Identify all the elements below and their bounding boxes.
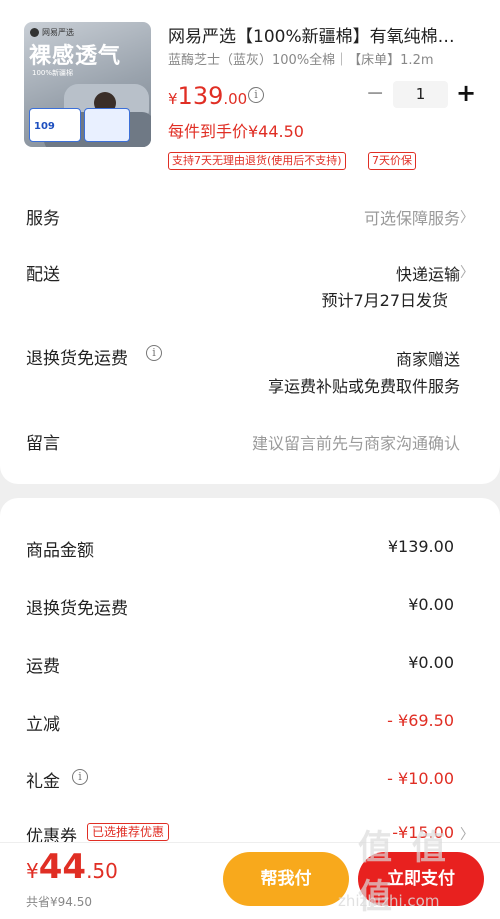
note-label: 留言 [26, 434, 60, 454]
gift-value: - ¥10.00 [387, 769, 454, 788]
product-title[interactable]: 网易严选【100%新疆棉】有氧纯棉… [168, 22, 455, 47]
each-price: 每件到手价¥44.50 [168, 122, 304, 141]
delivery-label: 配送 [26, 265, 60, 285]
discount-value: - ¥69.50 [387, 711, 454, 730]
product-price: ¥139.00 [168, 82, 247, 110]
thumb-slogan: 裸感透气 [29, 44, 122, 69]
delivery-chevron-icon[interactable]: 〉 [460, 262, 474, 282]
service-value[interactable]: 可选保障服务 [364, 205, 460, 229]
help-pay-button[interactable]: 帮我付 [223, 852, 349, 906]
quantity-decrease-button[interactable]: − [366, 83, 384, 105]
return-info-icon[interactable]: i [146, 345, 162, 361]
goods-amount-value: ¥139.00 [387, 537, 454, 556]
brand-logo-icon [30, 28, 39, 37]
price-symbol: ¥ [168, 90, 178, 108]
price-protect-tag: 7天价保 [368, 152, 416, 170]
return-shipping-value: ¥0.00 [408, 595, 454, 614]
watermark-site: zhizhizhi.com [338, 892, 440, 910]
return-policy-tag: 支持7天无理由退货(使用后不支持) [168, 152, 346, 170]
return-shipping-label: 退换货免运费 [26, 599, 128, 619]
total-int: 44 [38, 847, 87, 887]
service-chevron-icon[interactable]: 〉 [460, 207, 474, 227]
thumb-promo-badge [84, 108, 130, 142]
thumb-brand: 网易严选 [42, 28, 74, 37]
gift-info-icon[interactable]: i [72, 769, 88, 785]
total-saved: 共省¥94.50 [26, 895, 92, 909]
goods-amount-label: 商品金额 [26, 541, 94, 561]
quantity-increase-button[interactable]: + [456, 80, 476, 106]
price-int: 139 [177, 82, 224, 110]
delivery-eta: 预计7月27日发货 [321, 291, 448, 310]
price-dec: .00 [223, 90, 248, 108]
price-info-icon[interactable]: i [248, 87, 264, 103]
discount-label: 立减 [26, 715, 60, 735]
gift-label: 礼金 [26, 772, 60, 792]
product-thumbnail[interactable]: 网易严选 裸感透气 100%新疆棉 109 [24, 22, 151, 147]
brand-logo: 网易严选 [30, 27, 74, 38]
quantity-input[interactable]: 1 [393, 81, 448, 108]
shipping-label: 运费 [26, 657, 60, 677]
coupon-tag[interactable]: 已选推荐优惠 [87, 823, 170, 841]
thumb-sub: 100%新疆棉 [32, 69, 74, 77]
total-symbol: ¥ [26, 859, 39, 883]
total-price: ¥44.50 [26, 847, 118, 887]
return-label: 退换货免运费 [26, 349, 128, 369]
delivery-value[interactable]: 快递运输 [396, 261, 460, 285]
note-input[interactable]: 建议留言前先与商家沟通确认 [252, 430, 460, 454]
return-value: 商家赠送 [395, 350, 460, 369]
service-label: 服务 [26, 209, 60, 229]
thumb-price-badge: 109 [29, 108, 81, 142]
shipping-value: ¥0.00 [408, 653, 454, 672]
return-service: 享运费补贴或免费取件服务 [267, 377, 460, 396]
thumb-badge-price: 109 [34, 121, 55, 132]
total-dec: .50 [86, 859, 118, 883]
product-spec[interactable]: 蓝酶芝士（蓝灰）100%全棉｜【床单】1.2m [168, 49, 434, 68]
